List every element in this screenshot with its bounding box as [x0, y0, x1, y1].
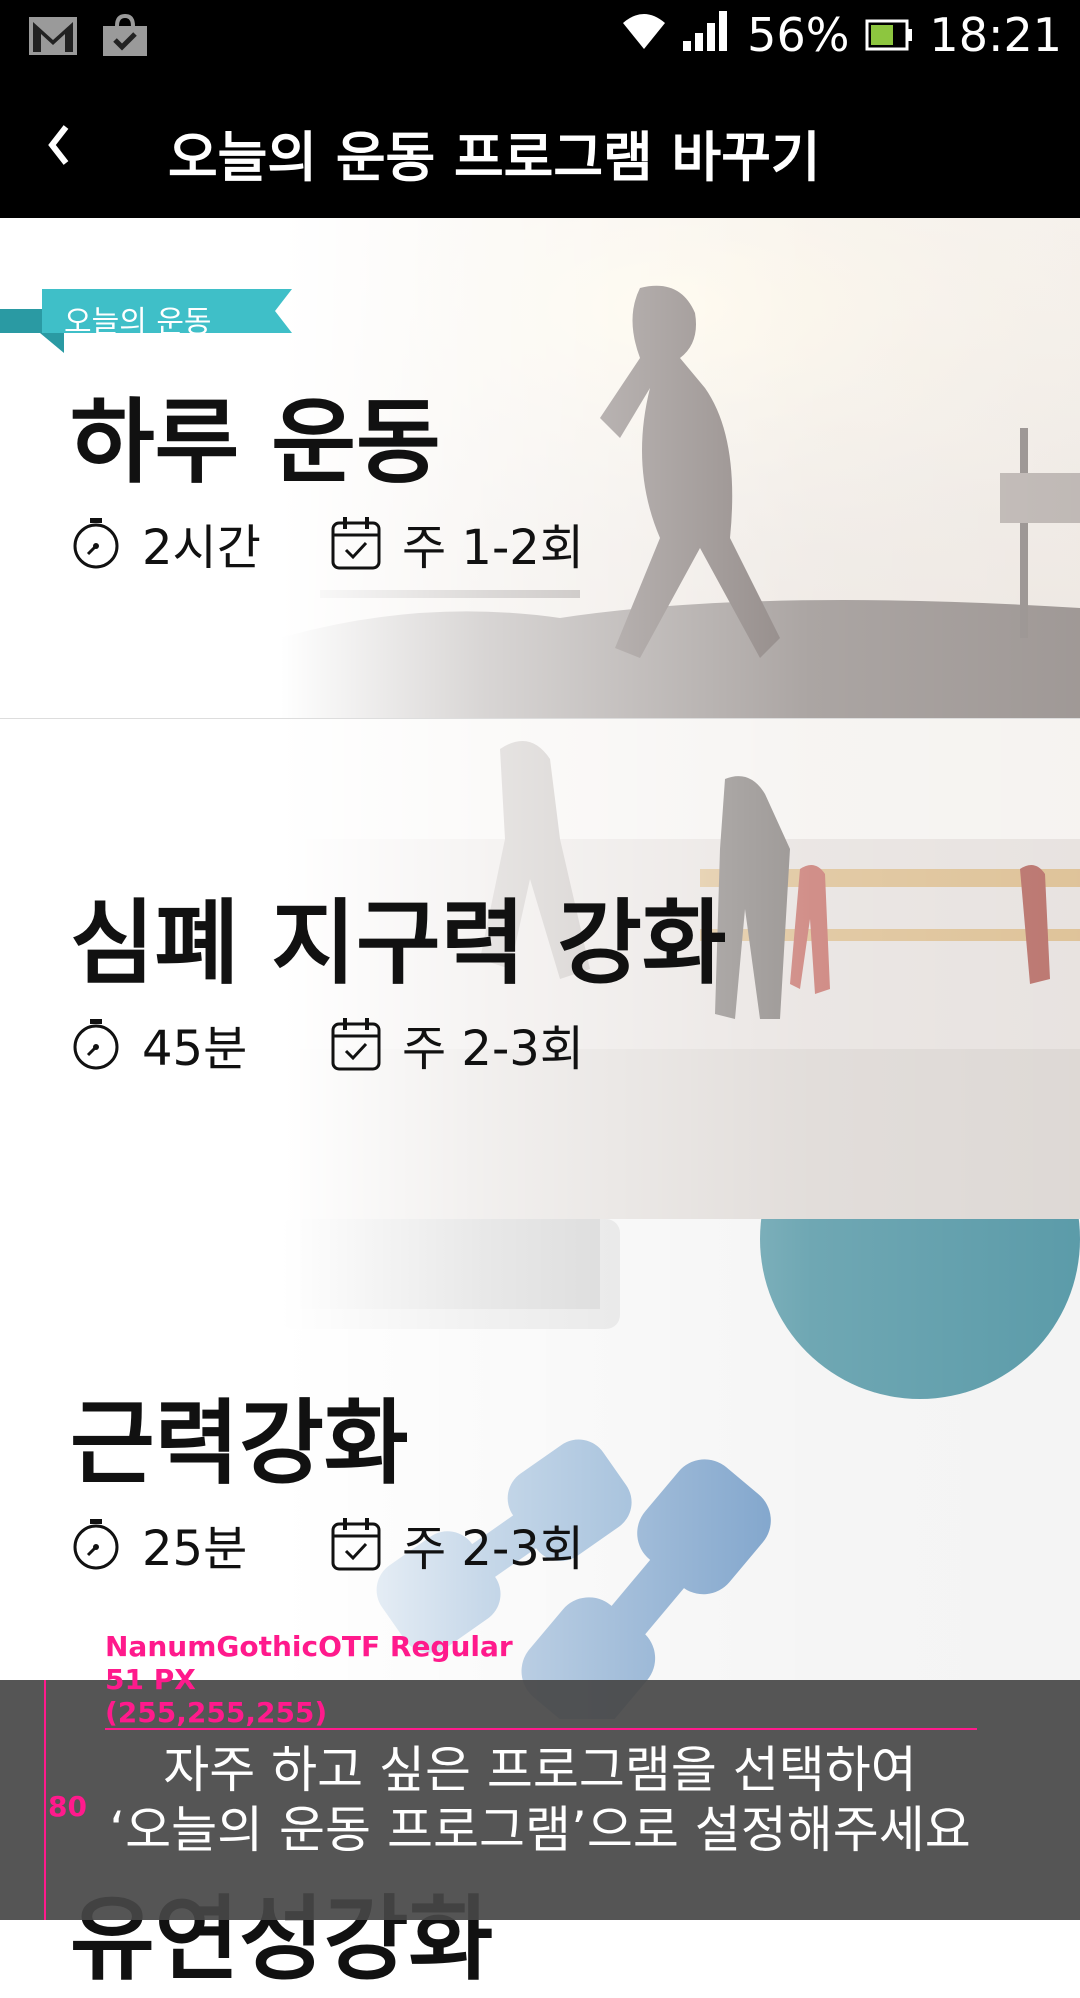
spec-guide-vertical	[44, 1680, 46, 1920]
program-card-cardio[interactable]: 심폐 지구력 강화 45분 주 2-3회	[0, 718, 1080, 1220]
guide-line-1: 자주 하고 싶은 프로그램을 선택하여	[163, 1741, 917, 1799]
calendar-check-icon	[331, 1018, 381, 1071]
program-meta: 2시간 주 1-2회	[70, 508, 584, 578]
program-meta: 45분 주 2-3회	[70, 1009, 584, 1079]
duration-text: 45분	[142, 1021, 248, 1077]
battery-percent: 56%	[747, 8, 850, 62]
spec-guide-horizontal	[105, 1728, 977, 1730]
program-meta: 25분 주 2-3회	[70, 1509, 584, 1579]
spec-font-size: 51 PX	[105, 1663, 196, 1696]
calendar-check-icon	[331, 517, 381, 570]
today-badge: 오늘의 운동	[0, 289, 300, 353]
frequency-text: 주 2-3회	[402, 1021, 584, 1077]
back-button[interactable]	[38, 115, 78, 175]
shopping-bag-icon	[100, 14, 150, 58]
program-title: 근력강화	[70, 1390, 409, 1497]
status-bar: 56% 18:21	[0, 0, 1080, 75]
clock: 18:21	[929, 8, 1062, 62]
guide-text: 자주 하고 싶은 프로그램을 선택하여 ‘오늘의 운동 프로그램’으로 설정해주…	[0, 1740, 1080, 1860]
wifi-icon	[621, 8, 667, 62]
frequency-text: 주 2-3회	[402, 1521, 584, 1577]
stopwatch-icon	[73, 518, 119, 569]
spec-font-name: NanumGothicOTF Regular	[105, 1630, 513, 1663]
app-bar: 오늘의 운동 프로그램 바꾸기	[0, 75, 1080, 218]
frequency-text: 주 1-2회	[402, 520, 584, 576]
spec-color: (255,255,255)	[105, 1696, 328, 1729]
duration-text: 25분	[142, 1521, 248, 1577]
calendar-check-icon	[331, 1518, 381, 1571]
page-title: 오늘의 운동 프로그램 바꾸기	[168, 126, 821, 189]
gmail-icon	[28, 14, 78, 58]
program-card-daily[interactable]: 오늘의 운동 하루 운동 2시간 주 1-2회	[0, 218, 1080, 718]
battery-icon	[865, 8, 913, 62]
chevron-left-icon	[48, 125, 69, 165]
guide-line-2: ‘오늘의 운동 프로그램’으로 설정해주세요	[109, 1801, 971, 1859]
program-title: 심폐 지구력 강화	[70, 890, 727, 997]
spec-annotation: NanumGothicOTF Regular 51 PX (255,255,25…	[105, 1630, 513, 1729]
signal-icon	[683, 8, 731, 62]
stopwatch-icon	[73, 1019, 119, 1070]
spec-height-label: 80	[48, 1790, 87, 1823]
stopwatch-icon	[73, 1519, 119, 1570]
duration-text: 2시간	[142, 520, 261, 576]
program-title: 하루 운동	[70, 389, 441, 496]
today-badge-label: 오늘의 운동	[64, 305, 212, 340]
